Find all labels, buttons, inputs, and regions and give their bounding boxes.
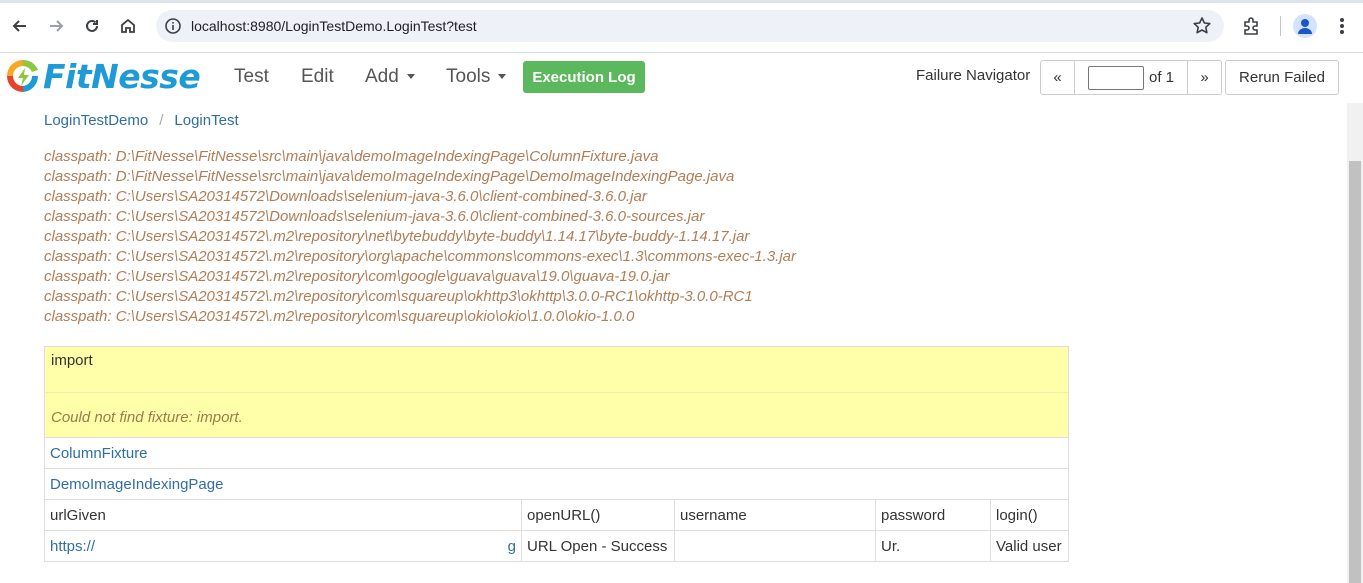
cell-password: Ur.	[875, 530, 991, 562]
forward-icon[interactable]	[44, 14, 68, 38]
rerun-failed-button[interactable]: Rerun Failed	[1225, 60, 1339, 95]
header-urlgiven: urlGiven	[44, 499, 522, 531]
table-header-row: urlGiven openURL() username password log…	[44, 499, 1069, 531]
breadcrumb-separator: /	[159, 112, 164, 129]
header-login: login()	[990, 499, 1069, 531]
classpath-line: classpath: C:\Users\SA20314572\.m2\repos…	[44, 308, 635, 325]
address-bar[interactable]: localhost:8980/LoginTestDemo.LoginTest?t…	[156, 10, 1224, 42]
menu-tools-label: Tools	[446, 66, 491, 87]
fitnesse-navbar: FitNesse Test Edit Add Tools Execution L…	[0, 53, 1363, 103]
header-password: password	[875, 499, 991, 531]
classpath-line: classpath: D:\FitNesse\FitNesse\src\main…	[44, 168, 735, 185]
extensions-icon[interactable]	[1241, 15, 1263, 37]
failure-pager: « of 1 »	[1040, 60, 1222, 95]
classpath-line: classpath: C:\Users\SA20314572\.m2\repos…	[44, 228, 750, 245]
browser-toolbar: localhost:8980/LoginTestDemo.LoginTest?t…	[0, 0, 1363, 53]
fitnesse-logo-text: FitNesse	[43, 56, 201, 96]
url-tail-text: g	[507, 537, 516, 555]
site-info-icon[interactable]	[164, 17, 182, 35]
table-row: https:// g URL Open - Success Ur. Valid …	[44, 530, 1069, 562]
toolbar-divider	[1280, 16, 1281, 36]
header-username: username	[674, 499, 876, 531]
reload-icon[interactable]	[80, 14, 104, 38]
classpath-line: classpath: C:\Users\SA20314572\.m2\repos…	[44, 268, 670, 285]
fixture-link-columnfixture[interactable]: ColumnFixture	[44, 437, 1069, 469]
import-error-cell: import Could not find fixture: import.	[44, 346, 1069, 438]
scrollbar-thumb[interactable]	[1349, 161, 1361, 583]
bookmark-star-icon[interactable]	[1192, 16, 1212, 36]
menu-test[interactable]: Test	[234, 66, 269, 88]
fixture-link-demoimageindexingpage[interactable]: DemoImageIndexingPage	[44, 468, 1069, 500]
chevron-down-icon	[406, 74, 415, 80]
url-text[interactable]: localhost:8980/LoginTestDemo.LoginTest?t…	[191, 18, 477, 34]
fixture-table: import Could not find fixture: import. C…	[44, 346, 1069, 562]
cell-username	[674, 530, 876, 562]
breadcrumb-current-link[interactable]: LoginTest	[174, 112, 238, 129]
menu-add-label: Add	[365, 66, 399, 87]
pager-of-text: of 1	[1148, 69, 1175, 86]
import-error-message: Could not find fixture: import.	[51, 409, 243, 426]
import-label: import	[45, 347, 1068, 393]
failure-page-input[interactable]	[1087, 65, 1144, 90]
cell-openurl: URL Open - Success	[521, 530, 675, 562]
breadcrumb: LoginTestDemo / LoginTest	[44, 112, 239, 129]
import-error-row: import Could not find fixture: import.	[44, 346, 1069, 438]
fitnesse-logo-icon	[7, 59, 39, 92]
url-prefix-text[interactable]: https://	[50, 538, 95, 555]
table-row: ColumnFixture	[44, 437, 1069, 469]
fitnesse-logo[interactable]: FitNesse	[4, 56, 201, 96]
pager-middle: of 1	[1075, 61, 1188, 94]
execution-log-button[interactable]: Execution Log	[523, 61, 645, 93]
breadcrumb-root-link[interactable]: LoginTestDemo	[44, 112, 148, 129]
classpath-line: classpath: C:\Users\SA20314572\.m2\repos…	[44, 248, 796, 265]
previous-failure-button[interactable]: «	[1041, 61, 1075, 94]
classpath-line: classpath: C:\Users\SA20314572\Downloads…	[44, 188, 647, 205]
tab-strip-edge	[0, 0, 1363, 3]
table-row: DemoImageIndexingPage	[44, 468, 1069, 500]
classpath-line: classpath: D:\FitNesse\FitNesse\src\main…	[44, 148, 659, 165]
next-failure-button[interactable]: »	[1188, 61, 1221, 94]
classpath-list: classpath: D:\FitNesse\FitNesse\src\main…	[44, 147, 796, 327]
classpath-line: classpath: C:\Users\SA20314572\Downloads…	[44, 208, 705, 225]
failure-navigator-label: Failure Navigator	[916, 67, 1031, 84]
menu-edit[interactable]: Edit	[301, 66, 334, 88]
menu-kebab-icon[interactable]	[1333, 14, 1351, 38]
back-icon[interactable]	[8, 14, 32, 38]
profile-icon[interactable]	[1293, 14, 1317, 38]
menu-add[interactable]: Add	[365, 66, 415, 88]
menu-tools[interactable]: Tools	[446, 66, 507, 88]
chevron-down-icon	[498, 74, 507, 80]
cell-urlgiven[interactable]: https:// g	[44, 530, 522, 562]
classpath-line: classpath: C:\Users\SA20314572\.m2\repos…	[44, 288, 753, 305]
home-icon[interactable]	[116, 14, 140, 38]
header-openurl: openURL()	[521, 499, 675, 531]
cell-login: Valid user	[990, 530, 1069, 562]
